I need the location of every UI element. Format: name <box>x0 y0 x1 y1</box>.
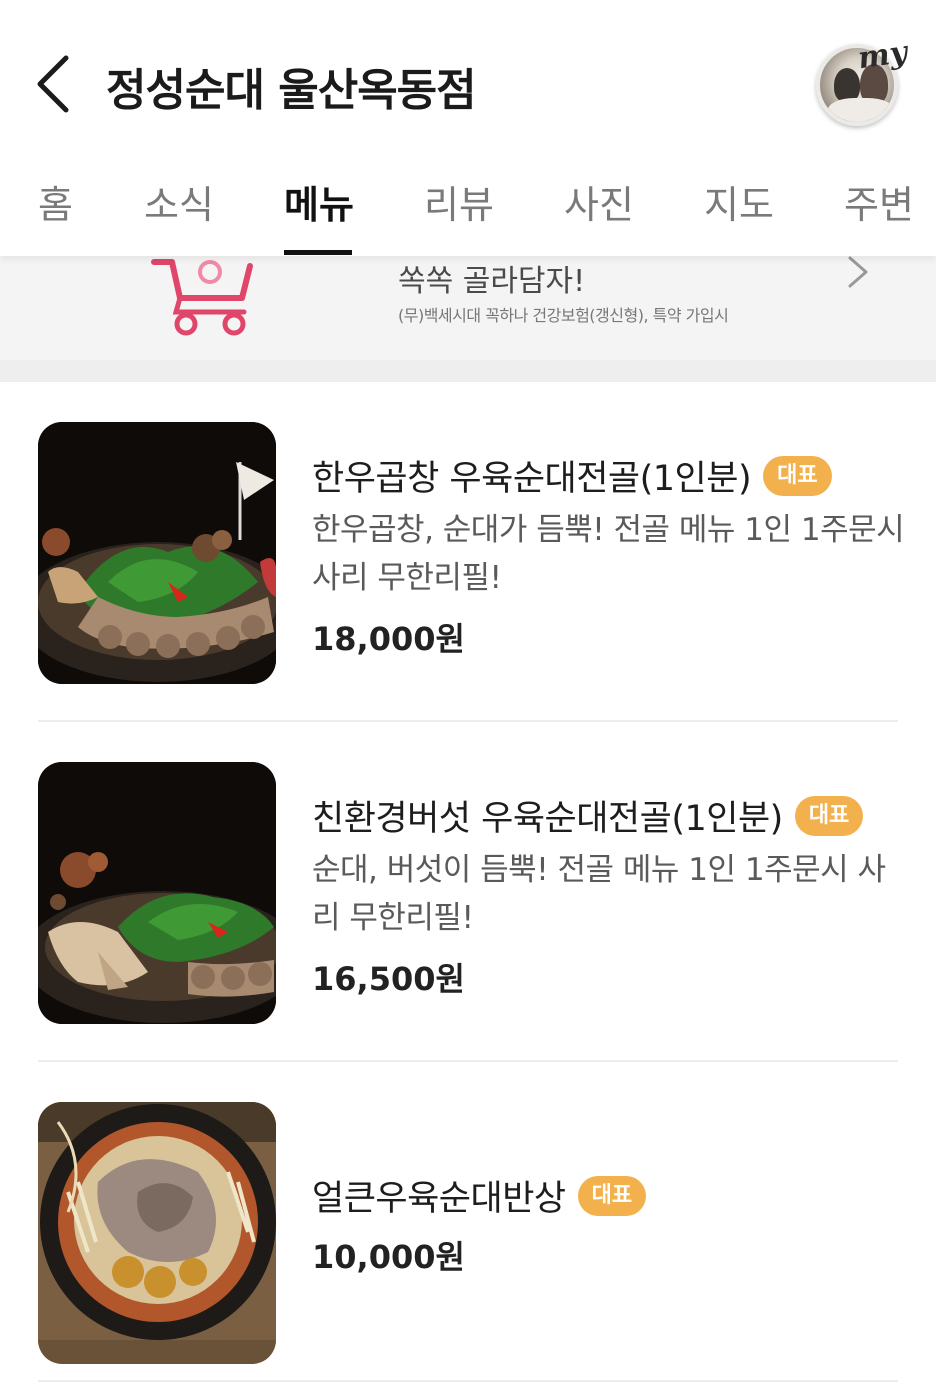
store-page: 정성순대 울산옥동점 my 홈 소식 메뉴 리뷰 사진 지도 주변 쏙쏙 골라담… <box>0 0 936 1395</box>
hot-pot-image <box>38 422 276 684</box>
menu-item-title: 친환경버섯 우육순대전골(1인분) 대표 <box>312 790 864 841</box>
banner-title: 쏙쏙 골라담자! <box>398 264 586 299</box>
menu-item-photo <box>38 422 276 684</box>
menu-item[interactable]: 얼큰우육순대반상 대표 10,000원 <box>0 1062 936 1395</box>
menu-item-name: 친환경버섯 우육순대전골(1인분) <box>312 799 783 839</box>
avatar-body-icon <box>828 98 894 122</box>
signature-badge: 대표 <box>763 455 832 496</box>
tab-nearby[interactable]: 주변 <box>844 174 914 256</box>
shopping-cart-icon <box>151 259 253 336</box>
store-tabs: 홈 소식 메뉴 리뷰 사진 지도 주변 <box>0 160 936 256</box>
active-tab-indicator <box>284 250 352 255</box>
chevron-left-icon <box>37 55 69 113</box>
menu-item-photo <box>38 762 276 1024</box>
store-title: 정성순대 울산옥동점 <box>106 65 477 116</box>
back-button[interactable] <box>30 52 80 116</box>
signature-badge: 대표 <box>577 1175 647 1216</box>
item-divider <box>38 1380 898 1382</box>
my-badge: my <box>855 34 910 77</box>
ad-banner[interactable]: 쏙쏙 골라담자! (무)백세시대 꼭하나 건강보험(갱신형), 특약 가입시 <box>0 256 936 360</box>
menu-item[interactable]: 한우곱창 우육순대전골(1인분) 대표 한우곱창, 순대가 듬뿍! 전골 메뉴 … <box>0 382 936 722</box>
menu-item-photo <box>38 1102 276 1364</box>
tab-news[interactable]: 소식 <box>144 174 214 256</box>
menu-item-price: 18,000원 <box>312 620 465 658</box>
menu-item-title: 얼큰우육순대반상 대표 <box>312 1170 647 1221</box>
app-header: 정성순대 울산옥동점 my <box>0 0 936 160</box>
menu-item-name: 얼큰우육순대반상 <box>312 1179 566 1219</box>
menu-item-price: 16,500원 <box>312 960 465 998</box>
avatar-person-icon <box>834 68 860 102</box>
menu-item-title: 한우곱창 우육순대전골(1인분) 대표 <box>312 450 832 501</box>
banner-subtitle: (무)백세시대 꼭하나 건강보험(갱신형), 특약 가입시 <box>398 306 729 325</box>
tab-home[interactable]: 홈 <box>38 174 73 256</box>
signature-badge: 대표 <box>794 795 864 836</box>
tab-map[interactable]: 지도 <box>704 174 774 256</box>
chevron-right-icon <box>848 256 868 288</box>
tab-photos[interactable]: 사진 <box>564 174 634 256</box>
section-separator <box>0 360 936 382</box>
tab-menu[interactable]: 메뉴 <box>284 174 354 256</box>
menu-item-description: 한우곱창, 순대가 듬뿍! 전골 메뉴 1인 1주문시 사리 무한리필! <box>312 512 905 596</box>
tab-reviews[interactable]: 리뷰 <box>424 174 494 256</box>
soup-bowl-image <box>38 1102 276 1340</box>
menu-item[interactable]: 친환경버섯 우육순대전골(1인분) 대표 순대, 버섯이 듬뿍! 전골 메뉴 1… <box>0 722 936 1062</box>
menu-item-description: 순대, 버섯이 듬뿍! 전골 메뉴 1인 1주문시 사리 무한리필! <box>312 852 886 936</box>
menu-item-name: 한우곱창 우육순대전골(1인분) <box>312 459 752 499</box>
mushroom-hot-pot-image <box>38 762 276 1024</box>
menu-item-price: 10,000원 <box>312 1238 465 1276</box>
